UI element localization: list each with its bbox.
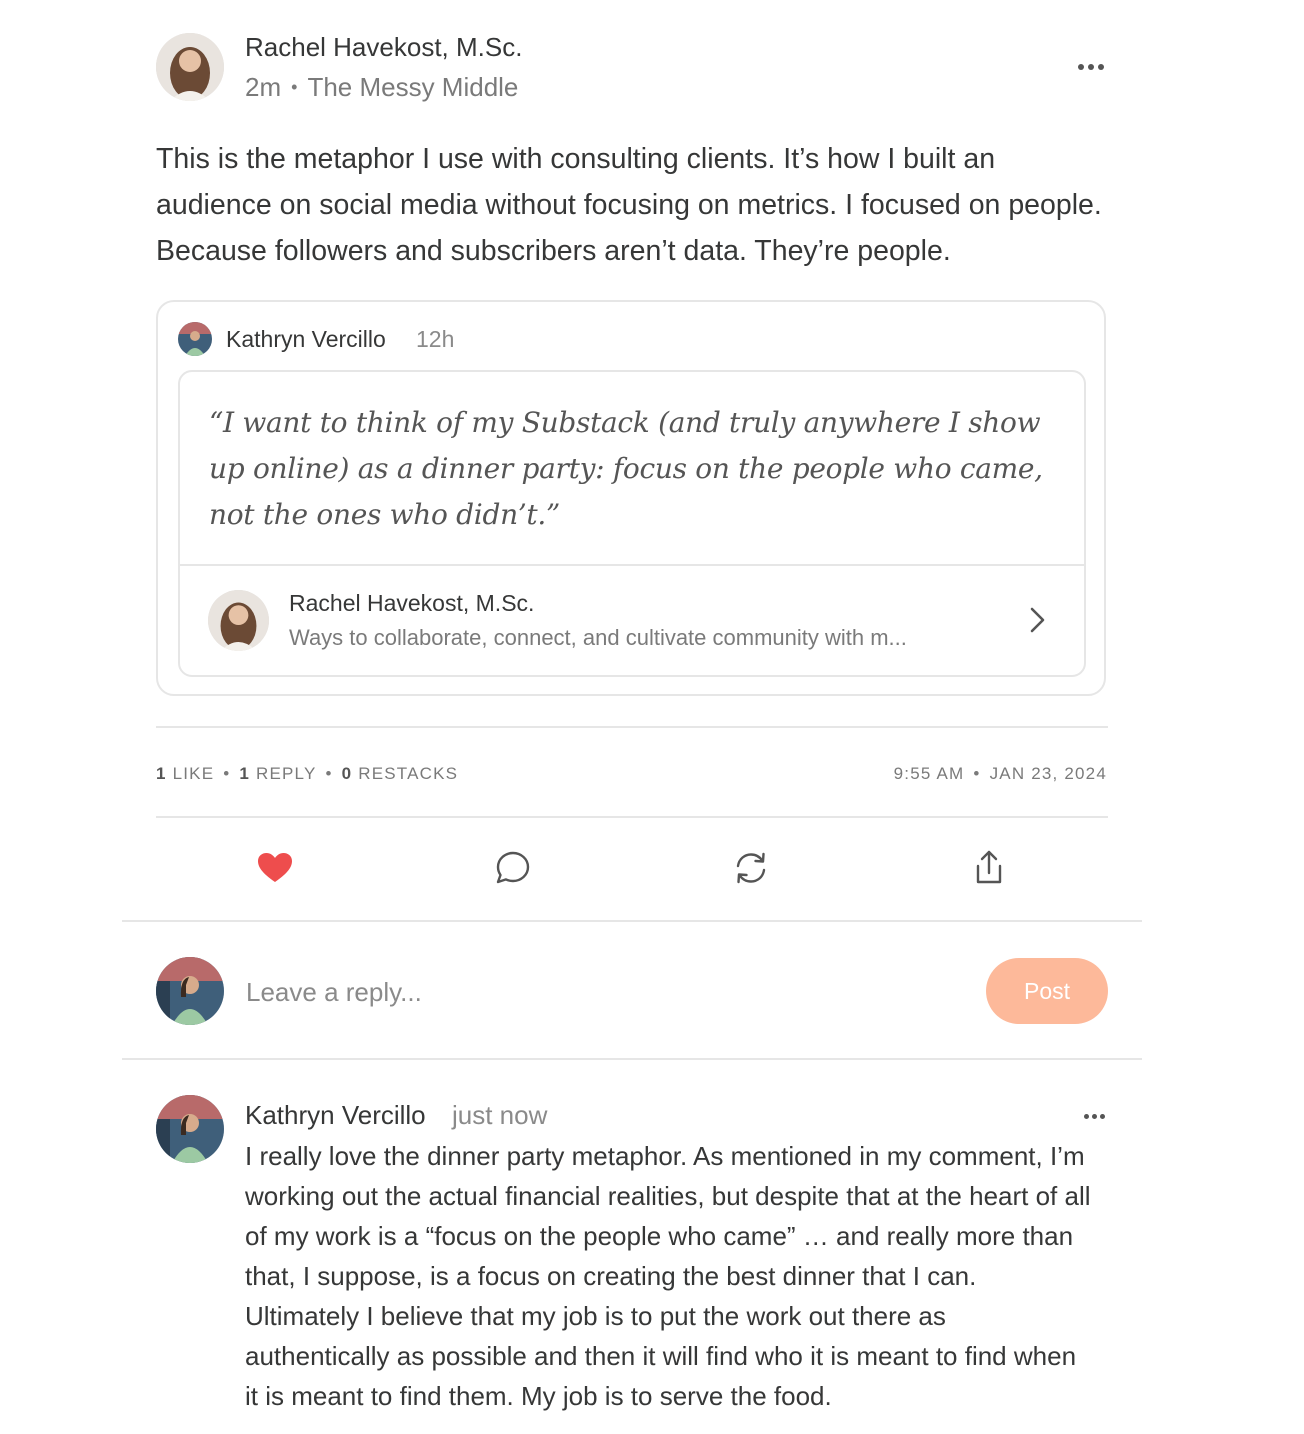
post-meta: 2m • The Messy Middle — [245, 72, 518, 103]
stats-bottom-divider — [156, 816, 1108, 818]
post-timestamp: 9:55 AM • JAN 23, 2024 — [893, 764, 1107, 783]
post-body: This is the metaphor I use with consulti… — [156, 143, 1102, 267]
restacks-count[interactable]: 0 RESTACKS — [342, 764, 459, 783]
comment-time: just now — [452, 1100, 548, 1130]
quote-text: “I want to think of my Substack (and tru… — [209, 406, 1043, 531]
actions-bottom-divider — [122, 920, 1142, 922]
commenter-name[interactable]: Kathryn Vercillo — [245, 1100, 426, 1131]
likes-count[interactable]: 1 LIKE — [156, 764, 214, 783]
share-icon[interactable] — [969, 848, 1009, 888]
comment-more-options-icon[interactable] — [1080, 1106, 1108, 1126]
quote-publication-name: Rachel Havekost, M.Sc. — [289, 590, 535, 616]
current-user-avatar — [156, 957, 224, 1025]
reply-bottom-divider — [122, 1058, 1142, 1060]
reply-input[interactable] — [246, 970, 946, 1014]
quoted-time: 12h — [416, 326, 455, 352]
comment-text: I really love the dinner party metaphor.… — [245, 1141, 1091, 1411]
publication-name[interactable]: The Messy Middle — [307, 72, 518, 102]
more-options-icon[interactable] — [1074, 54, 1108, 80]
quote-publication-description: Ways to collaborate, connect, and cultiv… — [289, 625, 907, 650]
engagement-stats: 1 LIKE • 1 REPLY • 0 RESTACKS — [156, 764, 459, 783]
post-clock-time: 9:55 AM — [893, 764, 965, 783]
author-avatar[interactable] — [156, 33, 224, 101]
chevron-right-icon[interactable] — [1024, 605, 1050, 635]
author-name[interactable]: Rachel Havekost, M.Sc. — [245, 32, 522, 63]
stats-top-divider — [156, 726, 1108, 728]
comment-icon[interactable] — [493, 848, 533, 888]
meta-separator: • — [291, 77, 298, 97]
post-button[interactable]: Post — [986, 958, 1108, 1024]
quote-divider — [180, 564, 1084, 566]
post-date: JAN 23, 2024 — [989, 764, 1107, 783]
quoted-author-avatar — [178, 322, 212, 356]
heart-icon[interactable] — [255, 848, 295, 888]
quoted-author-name[interactable]: Kathryn Vercillo — [226, 326, 386, 353]
post-time: 2m — [245, 72, 282, 102]
commenter-avatar[interactable] — [156, 1095, 224, 1163]
publication-avatar — [208, 590, 269, 651]
restack-icon[interactable] — [731, 848, 771, 888]
replies-count[interactable]: 1 REPLY — [239, 764, 316, 783]
